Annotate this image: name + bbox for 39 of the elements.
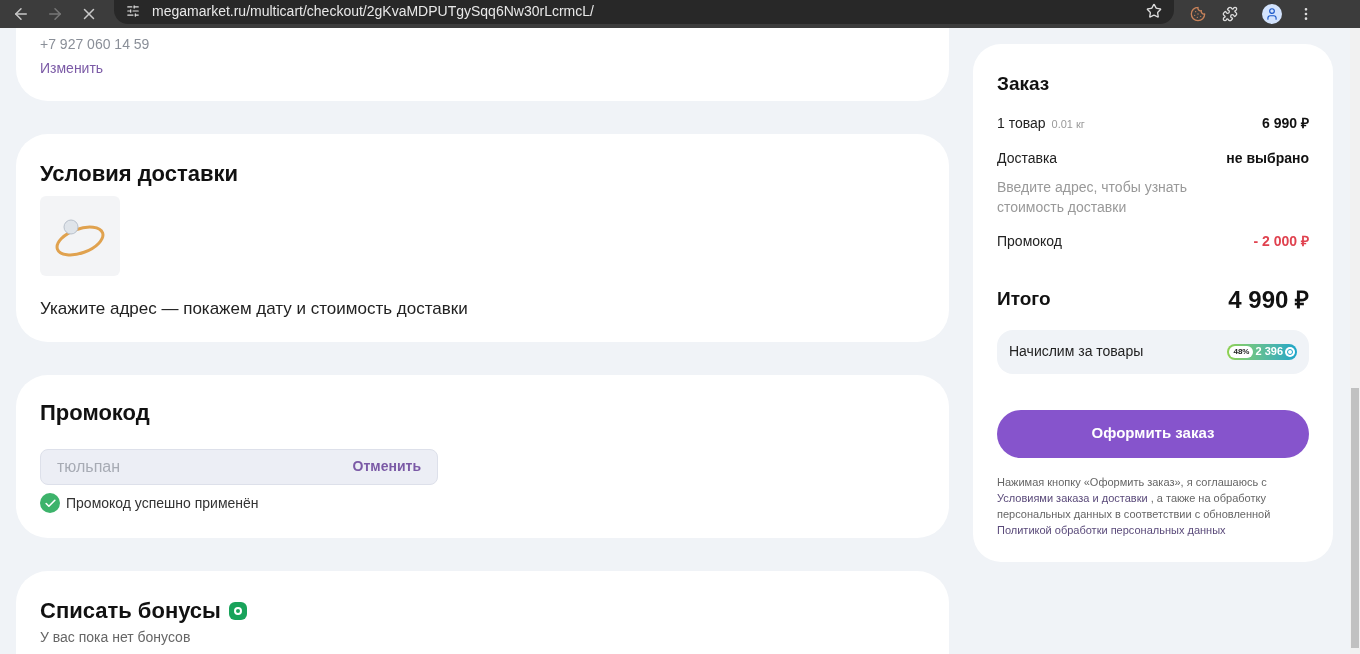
bonus-coin-icon [228,601,247,620]
total-value: 4 990 ₽ [1228,284,1309,315]
total-label: Итого [997,287,1051,312]
bonus-coin-icon [1285,346,1295,357]
order-title: Заказ [997,72,1051,96]
profile-avatar[interactable] [1262,4,1282,24]
cancel-promo-button[interactable]: Отменить [352,456,421,477]
bookmark-star-icon[interactable] [1146,3,1162,19]
summary-label: Доставка [997,148,1058,168]
cookie-icon[interactable] [1190,6,1206,22]
forward-icon[interactable] [46,5,64,23]
legal-text: Нажимая кнопку «Оформить заказ», я соглашаюсь с Условиями заказа и доставки , а также на обработку персональных данных в соответствии с обновленной Политикой обработки персональных данных [997,474,1272,538]
bonus-amount: 2 396 [1255,344,1283,360]
summary-value: 6 990 ₽ [1262,113,1309,133]
checkout-button[interactable]: Оформить заказ [997,409,1309,458]
legal-link[interactable]: Условиями заказа и доставки [997,491,1151,504]
section-title: Условия доставки [40,160,240,188]
section-title: Промокод [40,398,151,427]
scrollbar[interactable] [1350,28,1360,654]
url-text: megamarket.ru/multicart/checkout/2gKvaMDPUTgySqq6Nw30rLcrmcL/ [152,1,595,21]
accrual-label: Начислим за товары [1009,342,1144,361]
delivery-hint: Укажите адрес — покажем дату и стоимость доставки [40,298,469,320]
legal-link[interactable]: Политикой обработки персональных данных [997,523,1226,536]
summary-label: Промокод [997,231,1062,251]
bonus-percent: 48% [1229,345,1254,358]
phone-number: +7 927 060 14 59 [40,35,151,54]
site-settings-icon[interactable] [126,4,140,18]
back-icon[interactable] [12,5,30,23]
extensions-icon[interactable] [1222,6,1238,22]
summary-value: не выбрано [1226,148,1309,168]
delivery-cost-hint: Введите адрес, чтобы узнать стоимость доставки [997,177,1188,217]
promo-status-text: Промокод успешно применён [66,493,259,513]
summary-label: 1 товар [997,113,1046,133]
section-title: Списать бонусы [40,596,221,625]
weight-note: 0.01 кг [1051,116,1085,132]
bonuses-message: У вас пока нет бонусов [40,627,192,647]
summary-value: - 2 000 ₽ [1253,231,1309,251]
change-link[interactable]: Изменить [40,58,925,79]
address-bar[interactable]: megamarket.ru/multicart/checkout/2gKvaMDPUTgySqq6Nw30rLcrmcL/ [114,0,1174,24]
